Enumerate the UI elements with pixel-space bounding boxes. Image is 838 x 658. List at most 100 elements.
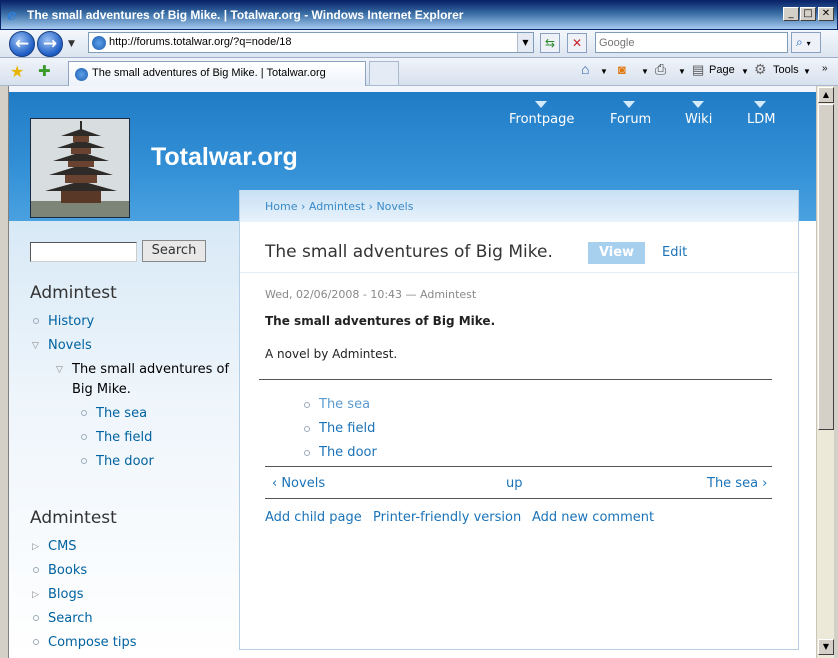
page-menu[interactable]: Page <box>709 64 735 76</box>
nav-link-wiki[interactable]: Wiki <box>685 112 712 127</box>
divider <box>265 466 772 467</box>
stop-button[interactable]: ✕ <box>567 33 587 53</box>
menu-item-current-line2[interactable]: Big Mike. <box>72 382 131 397</box>
address-dropdown-icon[interactable]: ▼ <box>517 33 533 52</box>
close-button[interactable]: ✕ <box>818 7 834 21</box>
recent-pages-dropdown[interactable]: ▼ <box>68 39 75 49</box>
menu-item-search[interactable]: Search <box>48 611 93 626</box>
divider <box>259 379 772 380</box>
window-title-bar: e The small adventures of Big Mike. | To… <box>0 0 838 30</box>
address-field[interactable]: http://forums.totalwar.org/?q=node/18 ▼ <box>88 32 534 53</box>
print-dropdown-icon[interactable]: ▼ <box>678 67 686 76</box>
home-icon[interactable]: ⌂ <box>581 61 589 77</box>
page-icon <box>92 36 106 50</box>
refresh-icon: ⇆ <box>544 36 556 50</box>
tab-edit[interactable]: Edit <box>662 245 687 260</box>
nav-link-ldm[interactable]: LDM <box>747 112 775 127</box>
bullet-icon <box>33 567 39 573</box>
nav-marker-icon <box>623 101 635 108</box>
nav-marker-icon <box>692 101 704 108</box>
url-text[interactable]: http://forums.totalwar.org/?q=node/18 <box>109 36 292 48</box>
feeds-icon[interactable]: ◙ <box>618 62 626 77</box>
stop-icon: ✕ <box>571 36 583 50</box>
scroll-down-icon[interactable]: ▼ <box>818 639 834 655</box>
feeds-dropdown-icon[interactable]: ▼ <box>641 67 649 76</box>
add-child-page-link[interactable]: Add child page <box>265 510 362 525</box>
divider <box>265 498 772 499</box>
menu-item-books[interactable]: Books <box>48 563 87 578</box>
tab-bar: ★ ✚ The small adventures of Big Mike. | … <box>0 58 838 86</box>
submitted-info: Wed, 02/06/2008 - 10:43 — Admintest <box>265 288 477 301</box>
add-favorites-icon[interactable]: ✚ <box>38 62 51 80</box>
body-heading: The small adventures of Big Mike. <box>265 314 496 328</box>
home-dropdown-icon[interactable]: ▼ <box>600 67 608 76</box>
menu-item-compose-tips[interactable]: Compose tips <box>48 635 137 650</box>
site-search-button[interactable]: Search <box>142 240 206 262</box>
bullet-icon <box>81 410 87 416</box>
body-text: A novel by Admintest. <box>265 347 398 361</box>
magnifier-icon: ⌕ <box>796 35 803 49</box>
web-search-input[interactable] <box>599 34 779 51</box>
tab-page-icon <box>75 68 88 81</box>
favorites-star-icon[interactable]: ★ <box>10 62 24 81</box>
address-toolbar: ← → ▼ http://forums.totalwar.org/?q=node… <box>0 30 838 58</box>
menu-item-the-field[interactable]: The field <box>96 430 152 445</box>
pager-next-link[interactable]: The sea › <box>707 476 767 491</box>
bullet-icon <box>81 458 87 464</box>
tools-gear-icon: ⚙ <box>754 61 767 77</box>
menu-item-history[interactable]: History <box>48 314 94 329</box>
chevron-more-icon[interactable]: » <box>822 63 828 74</box>
bullet-icon <box>304 426 310 432</box>
browser-tab[interactable]: The small adventures of Big Mike. | Tota… <box>68 61 366 86</box>
collapsed-triangle-icon: ▷ <box>32 542 39 552</box>
back-button[interactable]: ← <box>9 31 35 57</box>
expanded-triangle-icon: ▽ <box>32 341 39 351</box>
breadcrumb[interactable]: Home › Admintest › Novels <box>265 200 413 213</box>
book-child-the-field[interactable]: The field <box>319 421 375 436</box>
book-child-the-sea[interactable]: The sea <box>319 397 370 412</box>
scroll-up-icon[interactable]: ▲ <box>818 87 834 103</box>
bullet-icon <box>304 450 310 456</box>
pagoda-image <box>31 119 129 217</box>
book-child-the-door[interactable]: The door <box>319 445 377 460</box>
printer-friendly-link[interactable]: Printer-friendly version <box>373 510 521 525</box>
page-dropdown-icon[interactable]: ▼ <box>741 67 749 76</box>
site-name[interactable]: Totalwar.org <box>151 143 298 172</box>
nav-link-frontpage[interactable]: Frontpage <box>509 112 574 127</box>
search-go-button[interactable]: ⌕ ▾ <box>791 32 821 53</box>
forward-arrow-icon: → <box>42 34 58 54</box>
menu-item-blogs[interactable]: Blogs <box>48 587 84 602</box>
pager-previous-link[interactable]: ‹ Novels <box>272 476 325 491</box>
menu-item-cms[interactable]: CMS <box>48 539 77 554</box>
tools-menu[interactable]: Tools <box>773 64 799 76</box>
minimize-button[interactable]: _ <box>783 7 799 21</box>
maximize-button[interactable]: □ <box>800 7 816 21</box>
vertical-scrollbar[interactable]: ▲ ▼ <box>816 86 834 658</box>
refresh-button[interactable]: ⇆ <box>540 33 560 53</box>
main-content: Home › Admintest › Novels The small adve… <box>239 190 799 650</box>
menu-item-the-door[interactable]: The door <box>96 454 154 469</box>
menu-item-novels[interactable]: Novels <box>48 338 92 353</box>
site-logo[interactable] <box>30 118 130 218</box>
bullet-icon <box>81 434 87 440</box>
print-icon[interactable]: ⎙ <box>655 61 666 78</box>
bullet-icon <box>33 318 39 324</box>
block-title-admintest-2: Admintest <box>30 508 117 528</box>
forward-button[interactable]: → <box>37 31 63 57</box>
content-header: Home › Admintest › Novels <box>240 190 798 222</box>
tools-dropdown-icon[interactable]: ▼ <box>803 67 811 76</box>
bullet-icon <box>33 615 39 621</box>
pager-up-link[interactable]: up <box>506 476 523 491</box>
menu-item-current-line1[interactable]: The small adventures of <box>72 362 229 377</box>
search-box[interactable] <box>595 32 788 53</box>
page-title: The small adventures of Big Mike. <box>265 242 553 262</box>
menu-item-the-sea[interactable]: The sea <box>96 406 147 421</box>
new-tab-button[interactable] <box>369 61 399 86</box>
nav-marker-icon <box>754 101 766 108</box>
site-search-input[interactable] <box>30 242 137 262</box>
add-comment-link[interactable]: Add new comment <box>532 510 654 525</box>
page-viewport: Totalwar.org Frontpage Forum Wiki LDM Se… <box>8 86 816 658</box>
tab-view[interactable]: View <box>588 242 645 264</box>
scroll-thumb[interactable] <box>818 104 834 430</box>
nav-link-forum[interactable]: Forum <box>610 112 651 127</box>
